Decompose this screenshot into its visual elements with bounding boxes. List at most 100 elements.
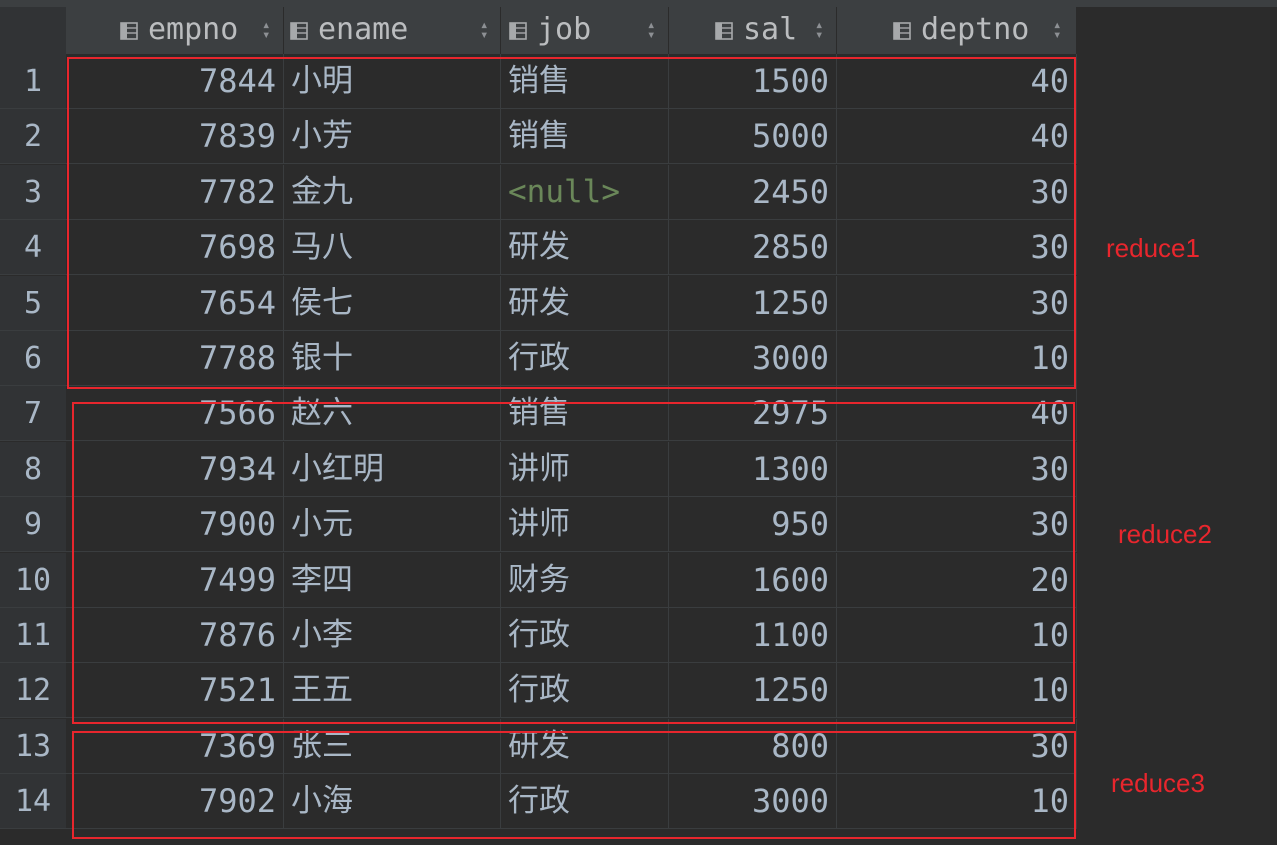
cell-deptno[interactable]: 30	[837, 441, 1077, 497]
column-header-label: sal	[743, 12, 798, 47]
cell-deptno[interactable]: 10	[837, 663, 1077, 719]
cell-deptno[interactable]: 40	[837, 109, 1077, 165]
cell-empno[interactable]: 7566	[66, 386, 284, 442]
cell-job[interactable]: 行政	[501, 774, 669, 830]
cell-ename[interactable]: 小海	[284, 774, 501, 830]
cell-empno[interactable]: 7369	[66, 718, 284, 774]
cell-empno[interactable]: 7782	[66, 164, 284, 220]
cell-ename[interactable]: 张三	[284, 718, 501, 774]
cell-sal[interactable]: 1600	[669, 552, 837, 608]
cell-sal[interactable]: 2850	[669, 220, 837, 276]
cell-job[interactable]: 销售	[501, 54, 669, 109]
cell-deptno[interactable]: 10	[837, 774, 1077, 830]
cell-job[interactable]: 行政	[501, 331, 669, 386]
cell-ename[interactable]: 小元	[284, 497, 501, 553]
row-number[interactable]: 12	[0, 663, 66, 719]
column-header-job[interactable]: job ▴ ▾	[501, 7, 669, 54]
column-header-label: ename	[318, 12, 409, 47]
cell-deptno[interactable]: 30	[837, 718, 1077, 774]
cell-job[interactable]: 研发	[501, 275, 669, 331]
cell-sal[interactable]: 950	[669, 497, 837, 553]
cell-job[interactable]: 讲师	[501, 441, 669, 497]
cell-sal[interactable]: 3000	[669, 774, 837, 830]
cell-ename[interactable]: 侯七	[284, 275, 501, 331]
cell-empno[interactable]: 7839	[66, 109, 284, 165]
cell-ename[interactable]: 小明	[284, 54, 501, 109]
cell-job[interactable]: 行政	[501, 663, 669, 719]
row-number[interactable]: 2	[0, 109, 66, 165]
cell-empno[interactable]: 7900	[66, 497, 284, 553]
cell-ename[interactable]: 小李	[284, 608, 501, 663]
row-number[interactable]: 3	[0, 164, 66, 220]
cell-ename[interactable]: 银十	[284, 331, 501, 386]
sort-arrows-icon[interactable]: ▴ ▾	[647, 18, 655, 42]
cell-job[interactable]: 财务	[501, 552, 669, 608]
cell-deptno[interactable]: 40	[837, 54, 1077, 109]
cell-ename[interactable]: 马八	[284, 220, 501, 276]
cell-sal[interactable]: 1300	[669, 441, 837, 497]
row-number[interactable]: 5	[0, 275, 66, 331]
cell-deptno[interactable]: 10	[837, 608, 1077, 663]
row-number[interactable]: 9	[0, 497, 66, 553]
sort-arrows-icon[interactable]: ▴ ▾	[480, 18, 488, 42]
sort-arrows-icon[interactable]: ▴ ▾	[815, 18, 823, 42]
cell-sal[interactable]: 5000	[669, 109, 837, 165]
row-number[interactable]: 6	[0, 331, 66, 386]
cell-sal[interactable]: 2975	[669, 386, 837, 442]
sort-arrows-icon[interactable]: ▴ ▾	[262, 18, 270, 42]
sort-arrows-icon[interactable]: ▴ ▾	[1053, 18, 1061, 42]
cell-sal[interactable]: 800	[669, 718, 837, 774]
cell-ename[interactable]: 赵六	[284, 386, 501, 442]
cell-deptno[interactable]: 10	[837, 331, 1077, 386]
cell-deptno[interactable]: 30	[837, 220, 1077, 276]
cell-empno[interactable]: 7654	[66, 275, 284, 331]
row-number[interactable]: 10	[0, 552, 66, 608]
cell-sal[interactable]: 1250	[669, 275, 837, 331]
cell-job[interactable]: 行政	[501, 608, 669, 663]
cell-empno[interactable]: 7788	[66, 331, 284, 386]
row-number[interactable]: 8	[0, 441, 66, 497]
cell-empno[interactable]: 7934	[66, 441, 284, 497]
row-number[interactable]: 14	[0, 774, 66, 830]
cell-job[interactable]: 研发	[501, 220, 669, 276]
cell-ename[interactable]: 李四	[284, 552, 501, 608]
cell-job[interactable]: 研发	[501, 718, 669, 774]
tab-strip	[0, 0, 1277, 7]
row-number[interactable]: 4	[0, 220, 66, 276]
row-number[interactable]: 13	[0, 718, 66, 774]
cell-deptno[interactable]: 30	[837, 497, 1077, 553]
row-number[interactable]: 7	[0, 386, 66, 442]
column-header-empno[interactable]: empno ▴ ▾	[66, 7, 284, 54]
cell-sal[interactable]: 2450	[669, 164, 837, 220]
cell-sal[interactable]: 1100	[669, 608, 837, 663]
cell-deptno[interactable]: 30	[837, 275, 1077, 331]
cell-sal[interactable]: 1250	[669, 663, 837, 719]
cell-ename[interactable]: 王五	[284, 663, 501, 719]
cell-sal[interactable]: 1500	[669, 54, 837, 109]
cell-empno[interactable]: 7698	[66, 220, 284, 276]
cell-empno[interactable]: 7876	[66, 608, 284, 663]
cell-deptno[interactable]: 20	[837, 552, 1077, 608]
cell-ename[interactable]: 小芳	[284, 109, 501, 165]
cell-job[interactable]: <null>	[501, 164, 669, 220]
cell-empno[interactable]: 7844	[66, 54, 284, 109]
reduce-group-label: reduce1	[1106, 233, 1200, 263]
cell-job[interactable]: 销售	[501, 386, 669, 442]
cell-ename[interactable]: 小红明	[284, 441, 501, 497]
cell-empno[interactable]: 7499	[66, 552, 284, 608]
cell-empno[interactable]: 7521	[66, 663, 284, 719]
cell-job[interactable]: 销售	[501, 109, 669, 165]
cell-deptno[interactable]: 30	[837, 164, 1077, 220]
cell-ename[interactable]: 金九	[284, 164, 501, 220]
column-header-deptno[interactable]: deptno ▴ ▾	[837, 7, 1077, 54]
cell-job[interactable]: 讲师	[501, 497, 669, 553]
cell-empno[interactable]: 7902	[66, 774, 284, 830]
cell-deptno[interactable]: 40	[837, 386, 1077, 442]
column-header-ename[interactable]: ename ▴ ▾	[284, 7, 501, 54]
row-number[interactable]: 11	[0, 608, 66, 663]
column-header-sal[interactable]: sal ▴ ▾	[669, 7, 837, 54]
column-header-label: deptno	[921, 12, 1030, 47]
row-number[interactable]: 1	[0, 54, 66, 109]
reduce-group-label: reduce3	[1111, 768, 1205, 798]
cell-sal[interactable]: 3000	[669, 331, 837, 386]
